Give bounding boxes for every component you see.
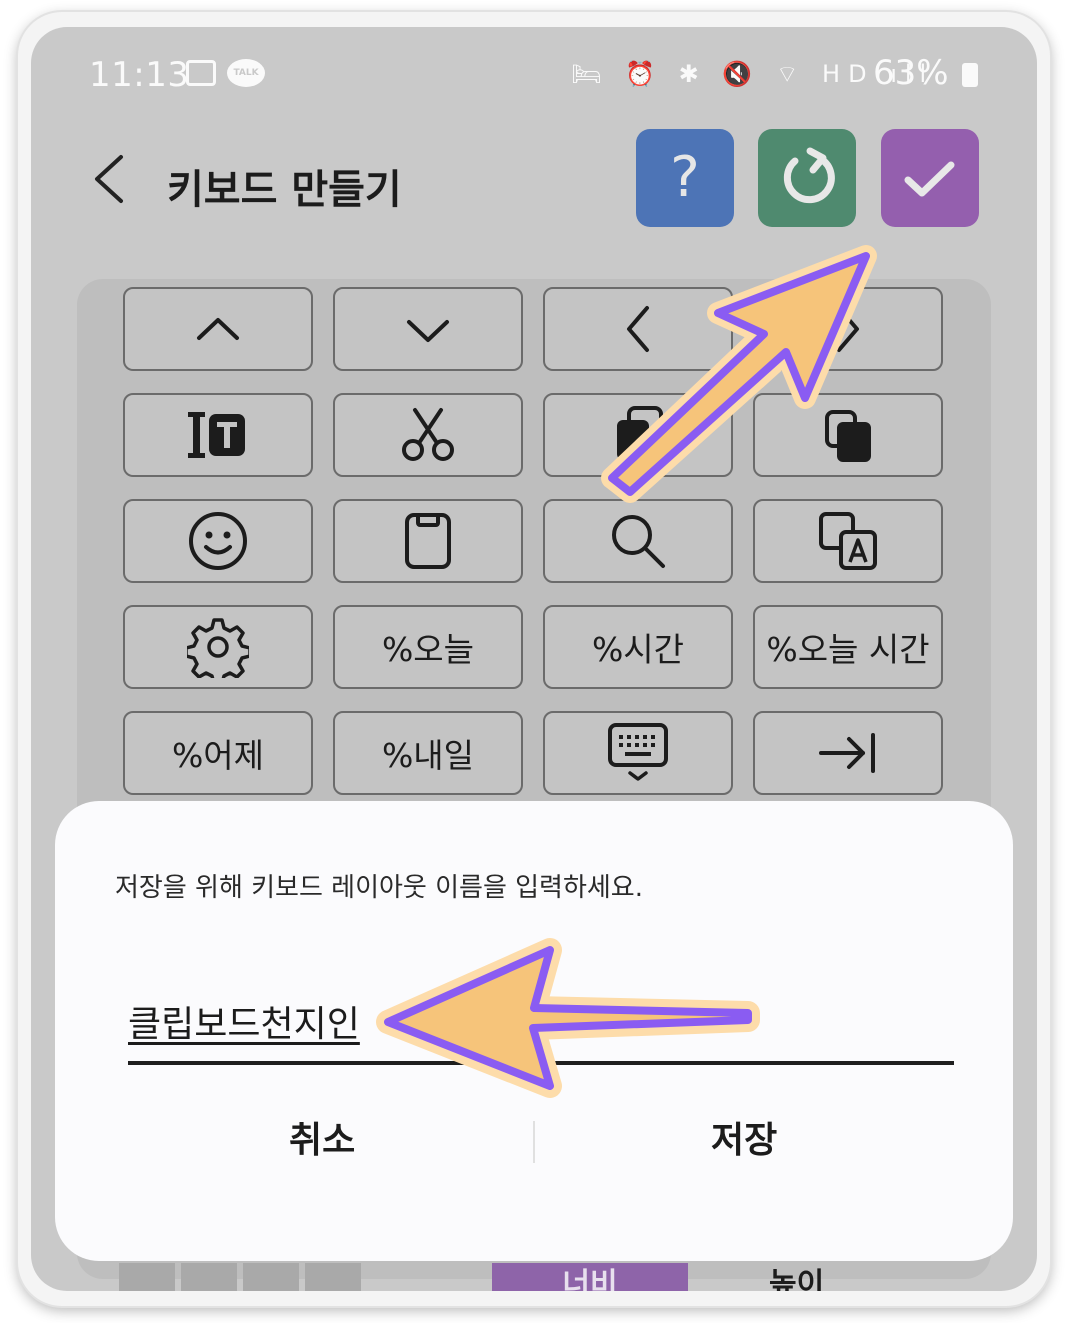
key-yesterday[interactable]: %어제 xyxy=(123,711,313,795)
key-hide-keyboard[interactable] xyxy=(543,711,733,795)
key-today[interactable]: %오늘 xyxy=(333,605,523,689)
key-search[interactable] xyxy=(543,499,733,583)
check-icon xyxy=(904,161,955,197)
page-title: 키보드 만들기 xyxy=(167,167,402,213)
gear-icon xyxy=(187,618,249,678)
emoji-icon xyxy=(189,512,247,570)
chevron-up-icon xyxy=(197,318,239,340)
key-translate[interactable] xyxy=(753,499,943,583)
back-button[interactable] xyxy=(91,153,127,218)
cancel-button[interactable]: 취소 xyxy=(289,1111,355,1163)
key-clipboard[interactable] xyxy=(333,499,523,583)
dialog-prompt: 저장을 위해 키보드 레이아웃 이름을 입력하세요. xyxy=(115,873,643,903)
size-controls: 너비 높이 xyxy=(119,1263,957,1291)
tab-icon xyxy=(819,733,875,773)
button-divider xyxy=(533,1121,535,1163)
chevron-right-icon xyxy=(837,306,859,352)
kakaotalk-icon: TALK xyxy=(227,59,265,87)
key-emoji[interactable] xyxy=(123,499,313,583)
battery-icon xyxy=(962,63,978,87)
size-segment[interactable] xyxy=(119,1263,175,1291)
search-icon xyxy=(612,515,665,568)
phone-screen: 11:13 TALK 🛏 ⏰ ✱ 🔇 ⌔ HD ıll 63% 키보드 만들기 … xyxy=(31,27,1037,1291)
key-settings[interactable] xyxy=(123,605,313,689)
copy-icon xyxy=(617,406,663,460)
save-layout-dialog: 저장을 위해 키보드 레이아웃 이름을 입력하세요. 클립보드천지인 취소 저장 xyxy=(55,801,1013,1261)
status-bar: 11:13 TALK 🛏 ⏰ ✱ 🔇 ⌔ HD ıll 63% xyxy=(31,27,1037,119)
app-bar: 키보드 만들기 ? xyxy=(31,119,1037,259)
width-button[interactable]: 너비 xyxy=(492,1263,688,1291)
battery-percent: 63% xyxy=(873,53,949,93)
help-button[interactable]: ? xyxy=(636,129,734,227)
translate-icon xyxy=(819,512,877,570)
keyboard-hide-icon xyxy=(608,723,668,781)
key-text-style[interactable] xyxy=(123,393,313,477)
status-time: 11:13 xyxy=(89,55,190,95)
chevron-down-icon xyxy=(407,320,449,342)
size-segment[interactable] xyxy=(305,1263,361,1291)
clipboard-icon xyxy=(405,513,451,569)
chevron-left-icon xyxy=(95,155,123,203)
text-style-icon xyxy=(188,412,245,458)
height-button[interactable]: 높이 xyxy=(769,1263,824,1291)
save-button[interactable]: 저장 xyxy=(711,1111,777,1163)
layout-name-input[interactable]: 클립보드천지인 xyxy=(128,991,954,1065)
reset-button[interactable] xyxy=(758,129,856,227)
key-tab[interactable] xyxy=(753,711,943,795)
confirm-button[interactable] xyxy=(881,129,979,227)
key-cursor-down[interactable] xyxy=(333,287,523,371)
key-cursor-left[interactable] xyxy=(543,287,733,371)
key-cursor-right[interactable] xyxy=(753,287,943,371)
size-segment[interactable] xyxy=(243,1263,299,1291)
key-tomorrow[interactable]: %내일 xyxy=(333,711,523,795)
chevron-left-icon xyxy=(627,306,649,352)
scissors-icon xyxy=(402,408,454,461)
gallery-icon xyxy=(186,60,216,86)
key-cursor-up[interactable] xyxy=(123,287,313,371)
key-paste[interactable] xyxy=(753,393,943,477)
key-today-time[interactable]: %오늘 시간 xyxy=(753,605,943,689)
paste-icon xyxy=(825,410,871,462)
key-cut[interactable] xyxy=(333,393,523,477)
key-copy[interactable] xyxy=(543,393,733,477)
refresh-icon xyxy=(783,147,835,204)
layout-name-value[interactable]: 클립보드천지인 xyxy=(128,995,360,1047)
key-time[interactable]: %시간 xyxy=(543,605,733,689)
size-segment[interactable] xyxy=(181,1263,237,1291)
